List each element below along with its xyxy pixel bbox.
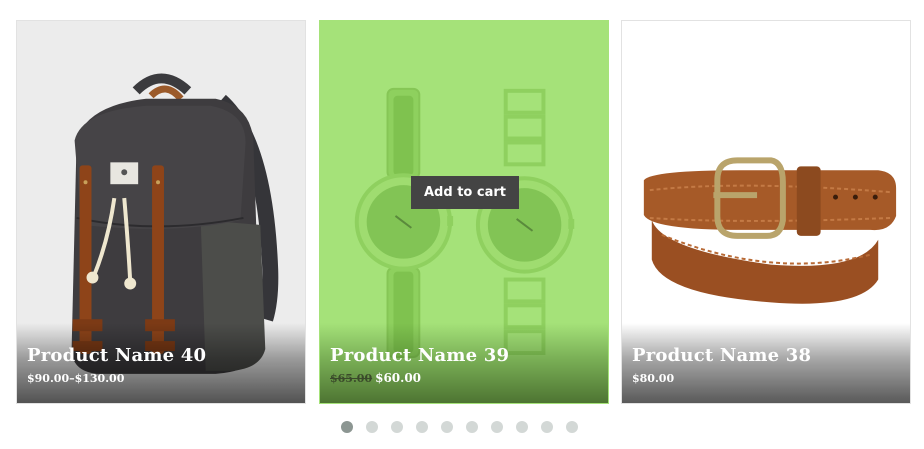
- old-price: $65.00: [330, 372, 373, 385]
- product-title[interactable]: Product Name 39: [330, 345, 509, 366]
- pagination-dot[interactable]: [416, 421, 428, 433]
- product-card-38[interactable]: Product Name 38 $80.00: [621, 20, 911, 404]
- product-price: $80.00: [632, 372, 675, 385]
- pagination-dot[interactable]: [391, 421, 403, 433]
- product-card-39[interactable]: Add to cart Product Name 39 $65.00 $60.00: [319, 20, 609, 404]
- product-card-40[interactable]: Product Name 40 $90.00–$130.00: [16, 20, 306, 404]
- pagination-dot[interactable]: [491, 421, 503, 433]
- product-title[interactable]: Product Name 38: [632, 345, 811, 366]
- pagination-dot[interactable]: [466, 421, 478, 433]
- pagination-dot[interactable]: [366, 421, 378, 433]
- pagination-dot[interactable]: [516, 421, 528, 433]
- pagination-dot[interactable]: [441, 421, 453, 433]
- pagination-dot[interactable]: [341, 421, 353, 433]
- pagination-dot[interactable]: [566, 421, 578, 433]
- carousel-pagination: [341, 421, 578, 433]
- product-title[interactable]: Product Name 40: [27, 345, 206, 366]
- product-price: $65.00 $60.00: [330, 371, 421, 385]
- product-price: $90.00–$130.00: [27, 372, 125, 385]
- add-to-cart-button[interactable]: Add to cart: [411, 176, 519, 209]
- pagination-dot[interactable]: [541, 421, 553, 433]
- product-carousel: Product Name 40 $90.00–$130.00 Add to ca…: [0, 0, 924, 449]
- sale-price: $60.00: [375, 371, 422, 385]
